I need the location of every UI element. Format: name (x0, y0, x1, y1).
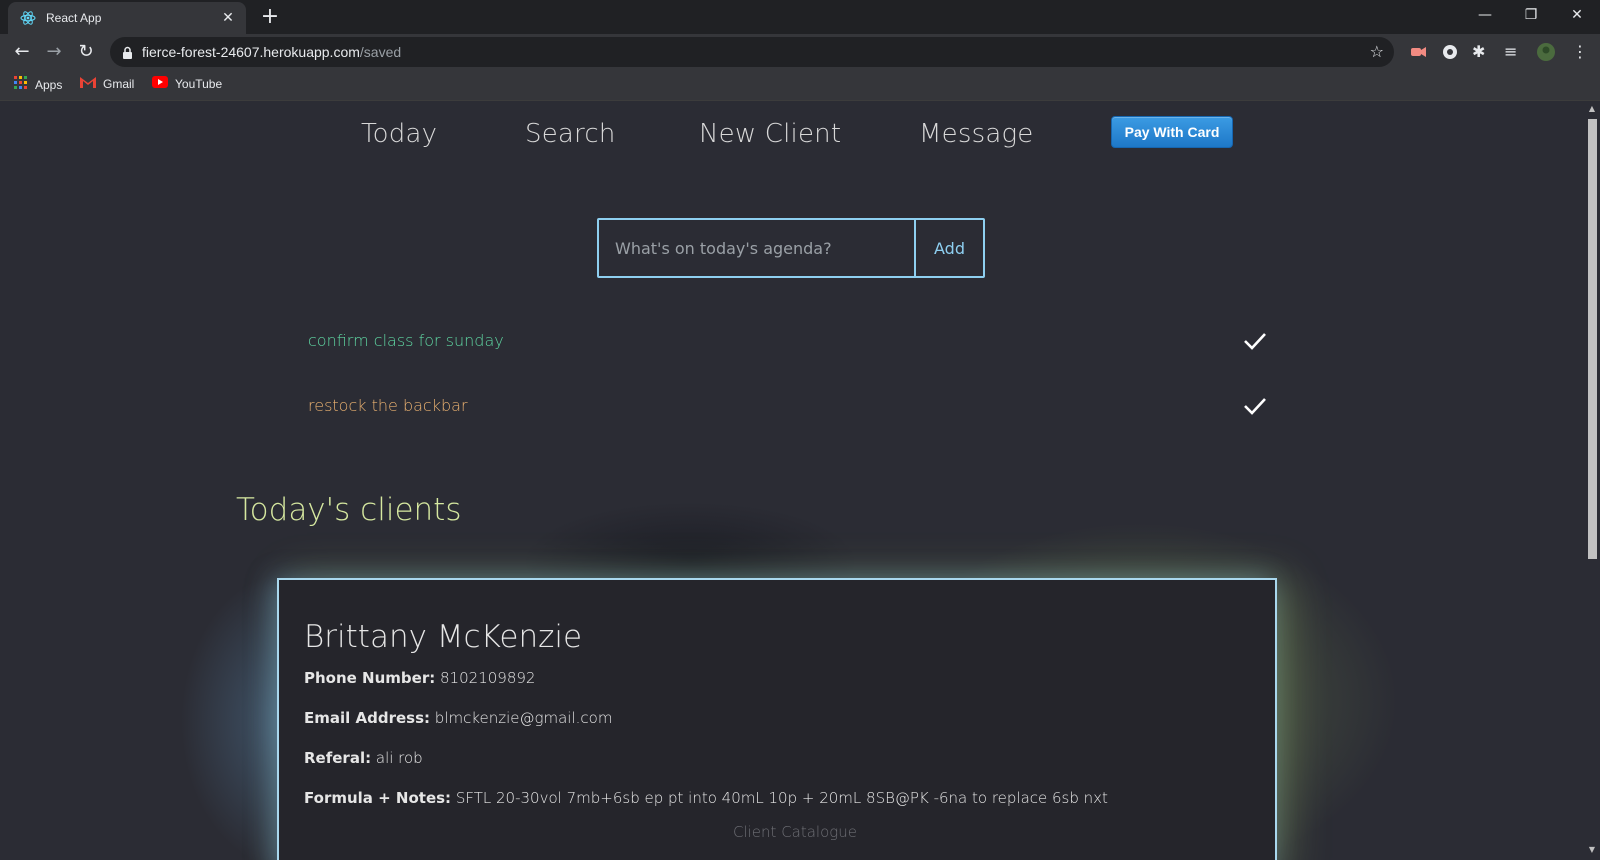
menu-kebab-icon[interactable]: ⋮ (1570, 42, 1590, 62)
client-catalogue-label: Client Catalogue (733, 823, 858, 841)
agenda-input[interactable] (599, 220, 914, 276)
gmail-icon (80, 76, 96, 91)
forward-icon[interactable]: → (40, 38, 68, 66)
youtube-icon (152, 76, 168, 91)
phone-label: Phone Number: (304, 669, 436, 687)
url-host: fierce-forest-24607.herokuapp.com (142, 44, 360, 60)
page-content: Today Search New Client Message Pay With… (0, 101, 1584, 860)
todo-text: restock the backbar (308, 396, 468, 415)
referral-field: Referal: ali rob (304, 749, 423, 767)
todo-text: confirm class for sunday (308, 331, 504, 350)
todo-item: restock the backbar (308, 393, 1268, 423)
nav-today[interactable]: Today (361, 119, 437, 149)
media-queue-icon[interactable]: ≡ (1504, 42, 1524, 62)
referral-value: ali rob (375, 749, 423, 767)
nav-message[interactable]: Message (919, 119, 1033, 149)
browser-tab[interactable]: React App ✕ (8, 2, 246, 34)
bookmark-label: Gmail (103, 76, 135, 91)
bookmarks-bar: Apps Gmail YouTube (0, 70, 1600, 101)
bookmark-gmail[interactable]: Gmail (80, 76, 134, 91)
nav-new-client[interactable]: New Client (699, 119, 841, 149)
phone-value: 8102109892 (440, 669, 536, 687)
scroll-down-arrow-icon[interactable]: ▼ (1587, 845, 1597, 855)
todays-clients-heading: Today's clients (236, 492, 462, 528)
lock-icon (122, 45, 133, 64)
check-icon[interactable] (1242, 328, 1268, 354)
tab-title: React App (46, 11, 102, 25)
new-tab-icon[interactable]: + (258, 6, 282, 30)
bookmark-label: YouTube (175, 76, 223, 91)
bookmark-apps[interactable]: Apps (14, 76, 62, 93)
browser-toolbar: ← → ↻ fierce-forest-24607.herokuapp.com/… (0, 34, 1600, 70)
bookmark-youtube[interactable]: YouTube (152, 76, 222, 91)
todo-item: confirm class for sunday (308, 328, 1268, 358)
bookmark-label: Apps (35, 77, 63, 92)
notes-value: SFTL 20-30vol 7mb+6sb ep pt into 40mL 10… (455, 789, 1108, 807)
pay-with-card-button[interactable]: Pay With Card (1111, 116, 1233, 148)
restore-icon[interactable]: ❐ (1508, 0, 1554, 30)
react-logo-icon (20, 10, 36, 26)
email-value: blmckenzie@gmail.com (434, 709, 613, 727)
apps-grid-icon (14, 76, 28, 93)
referral-label: Referal: (304, 749, 372, 767)
phone-field: Phone Number: 8102109892 (304, 669, 535, 687)
reload-icon[interactable]: ↻ (72, 38, 100, 66)
check-icon[interactable] (1242, 393, 1268, 419)
scroll-up-arrow-icon[interactable]: ▲ (1587, 104, 1597, 114)
tab-strip: React App ✕ + — ❐ ✕ (0, 0, 1600, 34)
address-bar[interactable]: fierce-forest-24607.herokuapp.com/saved … (110, 37, 1394, 67)
scrollbar-thumb[interactable] (1588, 119, 1597, 559)
extension-record-icon[interactable] (1408, 42, 1428, 62)
nav-search[interactable]: Search (525, 119, 616, 149)
agenda-form: Add (597, 218, 985, 278)
email-label: Email Address: (304, 709, 431, 727)
back-icon[interactable]: ← (8, 38, 36, 66)
email-field: Email Address: blmckenzie@gmail.com (304, 709, 612, 727)
notes-label: Formula + Notes: (304, 789, 452, 807)
url-path: /saved (359, 44, 402, 60)
extension-globe-icon[interactable] (1440, 42, 1460, 62)
notes-field: Formula + Notes: SFTL 20-30vol 7mb+6sb e… (304, 789, 1108, 807)
url-text: fierce-forest-24607.herokuapp.com/saved (142, 44, 401, 60)
client-name: Brittany McKenzie (304, 619, 583, 655)
bookmark-star-icon[interactable]: ☆ (1370, 42, 1384, 61)
client-card: Brittany McKenzie Phone Number: 81021098… (277, 578, 1277, 860)
add-button[interactable]: Add (914, 220, 983, 276)
window-close-icon[interactable]: ✕ (1554, 0, 1600, 30)
page-scrollbar[interactable]: ▲ ▼ (1584, 101, 1600, 860)
tab-close-icon[interactable]: ✕ (220, 10, 236, 26)
profile-avatar[interactable] (1536, 42, 1556, 62)
minimize-icon[interactable]: — (1462, 0, 1508, 30)
extensions-puzzle-icon[interactable]: ✱ (1472, 42, 1492, 62)
